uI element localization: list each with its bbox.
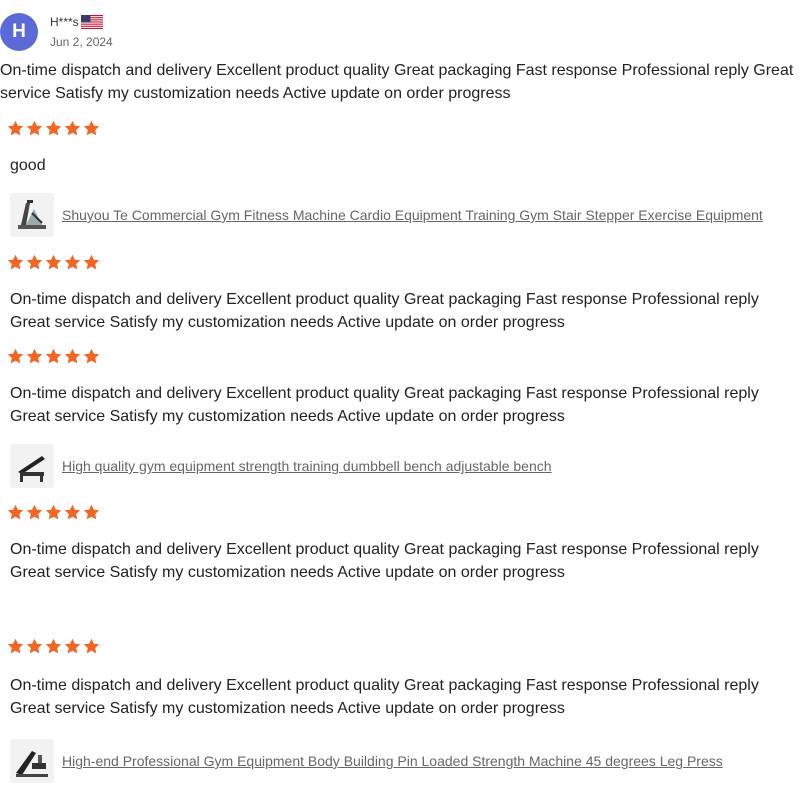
star-icon <box>83 638 100 654</box>
review-text: On-time dispatch and delivery Excellent … <box>10 677 759 717</box>
product-row[interactable]: High-end Professional Gym Equipment Body… <box>10 739 723 783</box>
leg-press-machine-icon <box>16 751 48 777</box>
star-icon <box>26 504 43 520</box>
star-icon <box>45 120 62 136</box>
star-rating <box>7 638 100 655</box>
star-icon <box>26 120 43 136</box>
star-icon <box>26 638 43 654</box>
star-icon <box>83 504 100 520</box>
star-icon <box>26 254 43 270</box>
product-row[interactable]: High quality gym equipment strength trai… <box>10 444 552 488</box>
review-date: Jun 2, 2024 <box>50 35 113 49</box>
product-row[interactable]: Shuyou Te Commercial Gym Fitness Machine… <box>10 193 763 237</box>
product-thumbnail[interactable] <box>10 193 54 237</box>
star-icon <box>7 120 24 136</box>
star-icon <box>64 348 81 364</box>
product-thumbnail[interactable] <box>10 739 54 783</box>
star-icon <box>7 348 24 364</box>
star-icon <box>64 254 81 270</box>
review-text: On-time dispatch and delivery Excellent … <box>10 291 759 331</box>
review-text: good <box>10 157 46 174</box>
review-text: On-time dispatch and delivery Excellent … <box>10 385 759 425</box>
star-icon <box>64 638 81 654</box>
adjustable-bench-icon <box>18 456 45 482</box>
review-text: On-time dispatch and delivery Excellent … <box>10 541 759 581</box>
star-icon <box>7 504 24 520</box>
us-flag-icon <box>80 15 103 29</box>
reviewer-name-row: H***s <box>50 15 103 29</box>
main-review-text: On-time dispatch and delivery Excellent … <box>0 62 794 102</box>
star-icon <box>83 254 100 270</box>
review-page: H H***s Jun 2, 2024 On-time dispatch and… <box>0 0 800 800</box>
star-icon <box>45 504 62 520</box>
star-icon <box>64 504 81 520</box>
star-icon <box>45 254 62 270</box>
avatar: H <box>0 13 38 51</box>
star-rating <box>7 254 100 271</box>
star-icon <box>45 348 62 364</box>
star-icon <box>7 254 24 270</box>
star-rating <box>7 504 100 521</box>
star-rating <box>7 348 100 365</box>
star-icon <box>83 348 100 364</box>
reviewer-name: H***s <box>50 15 79 29</box>
product-link[interactable]: High quality gym equipment strength trai… <box>62 458 552 474</box>
star-icon <box>83 120 100 136</box>
product-link[interactable]: High-end Professional Gym Equipment Body… <box>62 753 723 769</box>
star-icon <box>26 348 43 364</box>
star-icon <box>45 638 62 654</box>
star-icon <box>64 120 81 136</box>
avatar-initial: H <box>12 21 26 42</box>
stair-stepper-machine-icon <box>18 200 46 229</box>
product-link[interactable]: Shuyou Te Commercial Gym Fitness Machine… <box>62 207 763 223</box>
product-thumbnail[interactable] <box>10 444 54 488</box>
star-rating <box>7 120 100 137</box>
star-icon <box>7 638 24 654</box>
